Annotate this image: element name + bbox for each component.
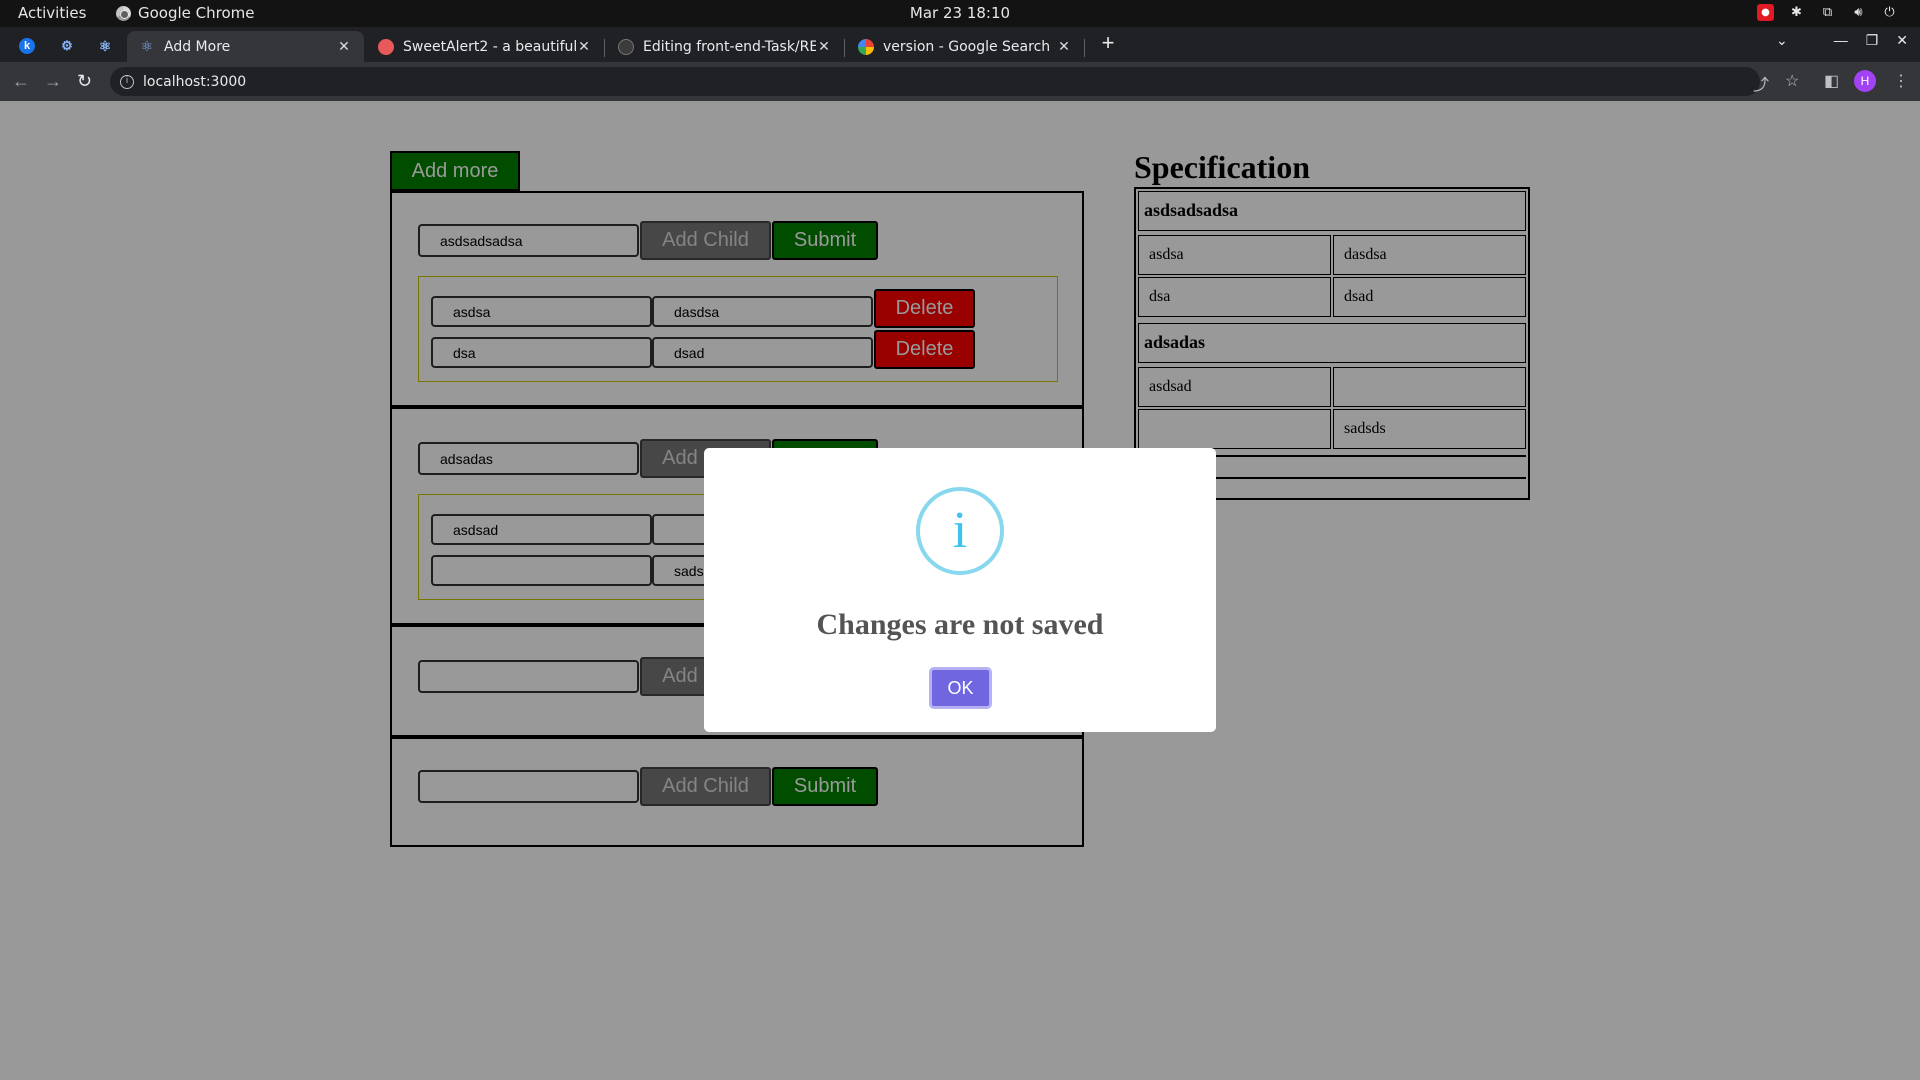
github-favicon-icon xyxy=(618,38,634,55)
side-panel-icon[interactable]: ◧ xyxy=(1824,71,1839,91)
browser-toolbar: ← → ↻ i localhost:3000 ⤴ ☆ ◧ H ⋮ xyxy=(0,62,1920,101)
url-text: localhost:3000 xyxy=(143,73,247,90)
forward-icon[interactable]: → xyxy=(44,71,62,91)
activities-button[interactable]: Activities xyxy=(18,4,86,22)
power-icon[interactable]: ⏻ xyxy=(1881,4,1898,21)
tab-title: Editing front-end-Task/RE xyxy=(643,38,816,55)
react-favicon-icon: ⚛ xyxy=(140,38,154,55)
window-controls: ⌄ — ❐ ✕ xyxy=(1776,32,1908,49)
close-tab-icon[interactable]: ✕ xyxy=(336,39,352,55)
bookmark-star-icon[interactable]: ☆ xyxy=(1785,71,1799,91)
alert-dialog: i Changes are not saved OK xyxy=(704,448,1216,732)
menu-kebab-icon[interactable]: ⋮ xyxy=(1893,71,1909,91)
os-top-bar: Activities Google Chrome Mar 23 18:10 ● … xyxy=(0,0,1920,27)
tab-search-icon[interactable]: ⌄ xyxy=(1776,32,1788,49)
ok-button[interactable]: OK xyxy=(929,667,992,709)
restore-icon[interactable]: ❐ xyxy=(1866,32,1879,49)
reload-icon[interactable]: ↻ xyxy=(77,71,92,91)
tab-sweetalert[interactable]: SweetAlert2 - a beautiful, ✕ xyxy=(366,31,604,62)
app-menu[interactable]: Google Chrome xyxy=(116,4,255,22)
tab-title: version - Google Search xyxy=(883,38,1051,55)
minimize-icon[interactable]: — xyxy=(1834,32,1848,49)
tab-title: SweetAlert2 - a beautiful, xyxy=(403,38,576,55)
profile-avatar[interactable]: H xyxy=(1854,70,1876,92)
address-bar[interactable]: i localhost:3000 xyxy=(110,67,1760,96)
k-favicon-icon: k xyxy=(19,38,35,54)
new-tab-button[interactable]: + xyxy=(1095,31,1121,57)
network-icon[interactable]: ⧉ xyxy=(1819,4,1836,21)
tab-separator xyxy=(604,39,605,57)
tab-separator xyxy=(844,39,845,57)
tab-separator xyxy=(1084,39,1085,57)
clock[interactable]: Mar 23 18:10 xyxy=(0,4,1920,22)
volume-icon[interactable]: 🔊︎ xyxy=(1850,4,1867,21)
site-info-icon[interactable]: i xyxy=(120,74,134,89)
close-window-icon[interactable]: ✕ xyxy=(1896,32,1908,49)
system-tray[interactable]: ● ✱ ⧉ 🔊︎ ⏻ xyxy=(1757,4,1898,21)
close-tab-icon[interactable]: ✕ xyxy=(1056,39,1072,55)
sweetalert-favicon-icon xyxy=(378,38,394,55)
close-tab-icon[interactable]: ✕ xyxy=(816,39,832,55)
pinned-tab-k[interactable]: k xyxy=(12,32,42,60)
tab-google[interactable]: version - Google Search ✕ xyxy=(846,31,1084,62)
screen-record-icon[interactable]: ● xyxy=(1757,4,1774,21)
tab-title: Add More xyxy=(164,38,231,55)
pinned-tab-react[interactable]: ⚛ xyxy=(90,32,120,60)
google-favicon-icon xyxy=(858,38,874,55)
app-name: Google Chrome xyxy=(138,4,255,22)
tab-add-more[interactable]: ⚛ Add More ✕ xyxy=(127,31,364,62)
dialog-title: Changes are not saved xyxy=(816,608,1104,641)
extension-icon[interactable]: ✱ xyxy=(1788,4,1805,21)
tab-strip: k ⚙ ⚛ ⚛ Add More ✕ SweetAlert2 - a beaut… xyxy=(0,27,1920,62)
chrome-icon xyxy=(116,5,131,21)
share-icon[interactable]: ⤴ xyxy=(1753,71,1769,95)
tab-github[interactable]: Editing front-end-Task/RE ✕ xyxy=(606,31,844,62)
close-tab-icon[interactable]: ✕ xyxy=(576,39,592,55)
app-favicon-icon: ⚙ xyxy=(61,38,73,53)
info-icon: i xyxy=(916,487,1004,575)
back-icon[interactable]: ← xyxy=(12,71,30,91)
react-favicon-icon: ⚛ xyxy=(98,38,112,54)
pinned-tab-2[interactable]: ⚙ xyxy=(52,32,82,60)
